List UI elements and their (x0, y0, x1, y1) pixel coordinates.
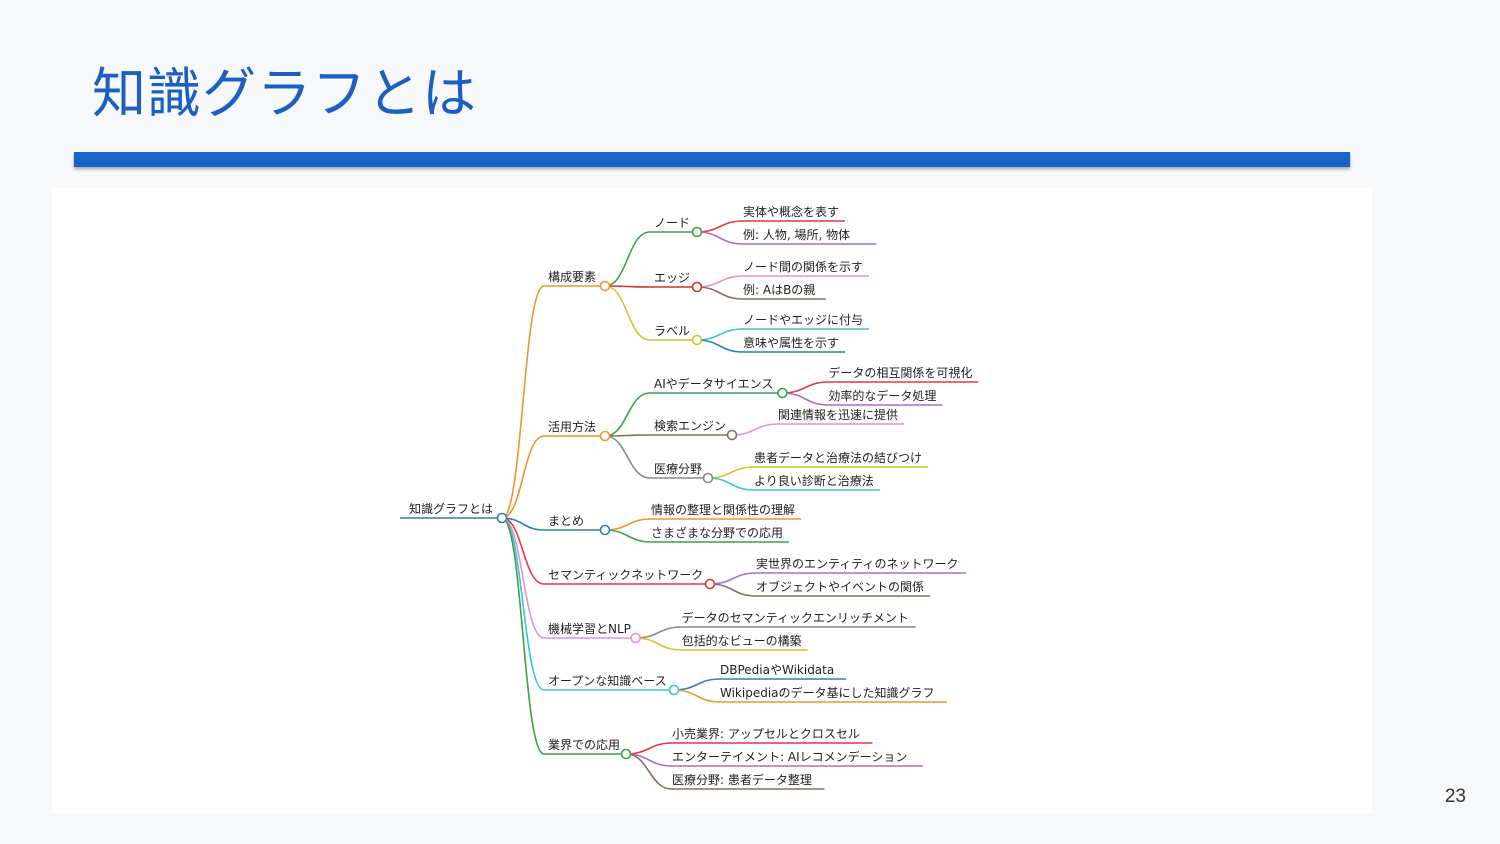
branch-4-leaf-0-connector (635, 626, 682, 639)
branch-0-sub-2-node[interactable] (691, 334, 703, 346)
branch-4-label: 機械学習とNLP (548, 621, 631, 636)
branch-1-sub-1-leaf-0-label: 関連情報を迅速に提供 (778, 407, 898, 422)
branch-1-sub-0-node[interactable] (777, 387, 788, 399)
branch-1-sub-2-connector (604, 435, 651, 479)
branch-1-sub-0-label: AIやデータサイエンス (654, 376, 773, 391)
branch-1-sub-2-leaf-0-connector (707, 466, 755, 479)
root-label: 知識グラフとは (409, 502, 493, 516)
branch-0-sub-2-leaf-1-connector (696, 339, 744, 353)
branch-5-connector (501, 517, 545, 691)
branch-3-label: セマンティックネットワーク (548, 568, 703, 582)
branch-3-node[interactable] (704, 578, 716, 590)
branch-1-sub-0-connector (604, 392, 651, 437)
branch-4-leaf-0-label: データのセマンティックエンリッチメント (682, 610, 909, 625)
branch-5-leaf-0-label: DBPediaやWikidata (720, 663, 834, 677)
branch-0-sub-2-leaf-0-connector (696, 328, 744, 341)
branch-1-sub-1-node[interactable] (726, 429, 738, 441)
branch-0-sub-0-leaf-0-label: 実体や概念を表す (743, 204, 839, 219)
branch-1-sub-2-leaf-1-connector (707, 477, 755, 491)
branch-1-sub-0-leaf-0-label: データの相互関係を可視化 (828, 365, 972, 380)
branch-0-connector (501, 285, 545, 519)
branch-0-sub-0-leaf-0-connector (696, 220, 744, 233)
branch-6-leaf-2-label: 医療分野: 患者データ整理 (672, 772, 812, 787)
mindmap-panel: 知識グラフとは 構成要素 ノード 実体や概念を表す 例: 人物, 場所, 物体 エッジ ノー… (52, 188, 1372, 814)
branch-0-node[interactable] (599, 280, 611, 292)
branch-0-sub-2-connector (604, 285, 651, 341)
branch-0-sub-1-leaf-0-label: ノード間の関係を示す (743, 260, 863, 274)
branch-5-node[interactable] (668, 684, 680, 696)
branch-2-leaf-1-connector (604, 529, 652, 543)
branch-6-leaf-1-label: エンターテイメント: AIレコメンデーション (672, 749, 907, 764)
branch-0-sub-2-leaf-1-label: 意味や属性を示す (743, 335, 839, 350)
branch-4-leaf-1-label: 包括的なビューの構築 (682, 633, 802, 648)
branch-2-node[interactable] (599, 524, 611, 536)
branch-1-sub-2-node[interactable] (702, 472, 714, 484)
branch-1-connector (501, 435, 545, 519)
branch-6-leaf-0-label: 小売業界: アップセルとクロスセル (672, 726, 860, 741)
branch-4-node[interactable] (630, 632, 641, 644)
branch-0-sub-1-leaf-1-label: 例: AはBの親 (743, 283, 815, 297)
branch-6-leaf-0-connector (625, 742, 673, 755)
branch-0-sub-1-leaf-0-connector (696, 275, 744, 288)
branch-4-connector (501, 517, 545, 639)
page-number: 23 (1444, 786, 1466, 807)
mindmap-diagram: 知識グラフとは構成要素ノード実体や概念を表す例: 人物, 場所, 物体エッジノー… (400, 204, 979, 790)
branch-1-sub-1-label: 検索エンジン (654, 419, 726, 433)
branch-1-sub-2-leaf-1-label: より良い診断と治療法 (754, 473, 874, 488)
branch-0-sub-2-label: ラベル (654, 324, 690, 338)
branch-2-leaf-0-connector (604, 518, 652, 531)
branch-6-label: 業界での応用 (548, 738, 620, 752)
branch-5-leaf-1-label: Wikipediaのデータ基にした知識グラフ (720, 685, 935, 700)
title-underline-bar (74, 152, 1350, 167)
branch-1-node[interactable] (599, 430, 611, 442)
branch-4-leaf-1-connector (635, 637, 682, 651)
branch-1-sub-1-leaf-0-connector (731, 423, 779, 436)
branch-1-sub-0-leaf-1-label: 効率的なデータ処理 (828, 388, 936, 403)
branch-3-leaf-1-connector (709, 583, 757, 597)
branch-0-sub-1-connector (604, 285, 651, 288)
branch-0-label: 構成要素 (548, 270, 596, 284)
branch-5-leaf-0-connector (673, 678, 721, 691)
root-node[interactable] (496, 512, 508, 524)
branch-0-sub-2-leaf-0-label: ノードやエッジに付与 (743, 313, 863, 327)
branch-0-sub-0-label: ノード (654, 216, 690, 230)
branch-0-sub-0-connector (604, 231, 651, 287)
branch-1-sub-0-leaf-1-connector (782, 392, 829, 406)
branch-0-sub-1-leaf-1-connector (696, 286, 744, 300)
branch-3-leaf-0-connector (709, 572, 757, 585)
branch-5-leaf-1-connector (673, 689, 721, 703)
branch-0-sub-1-label: エッジ (654, 271, 690, 285)
branch-0-sub-0-node[interactable] (691, 226, 703, 238)
branch-5-label: オープンな知識ベース (548, 674, 667, 688)
branch-1-label: 活用方法 (548, 419, 596, 434)
branch-6-node[interactable] (620, 748, 632, 760)
branch-2-label: まとめ (548, 514, 584, 528)
branch-3-leaf-0-label: 実世界のエンティティのネットワーク (756, 556, 959, 571)
branch-2-leaf-0-label: 情報の整理と関係性の理解 (651, 502, 795, 517)
branch-0-sub-0-leaf-1-label: 例: 人物, 場所, 物体 (743, 228, 850, 242)
branch-1-sub-2-label: 医療分野 (654, 462, 702, 476)
branch-1-sub-0-leaf-0-connector (782, 381, 829, 394)
branch-0-sub-0-leaf-1-connector (696, 231, 744, 245)
branch-3-leaf-1-label: オブジェクトやイベントの関係 (756, 579, 924, 594)
slide-title: 知識グラフとは (92, 62, 477, 125)
branch-2-leaf-1-label: さまざまな分野での応用 (651, 525, 783, 540)
branch-1-sub-2-leaf-0-label: 患者データと治療法の結びつけ (754, 450, 922, 465)
branch-0-sub-1-node[interactable] (691, 281, 703, 293)
